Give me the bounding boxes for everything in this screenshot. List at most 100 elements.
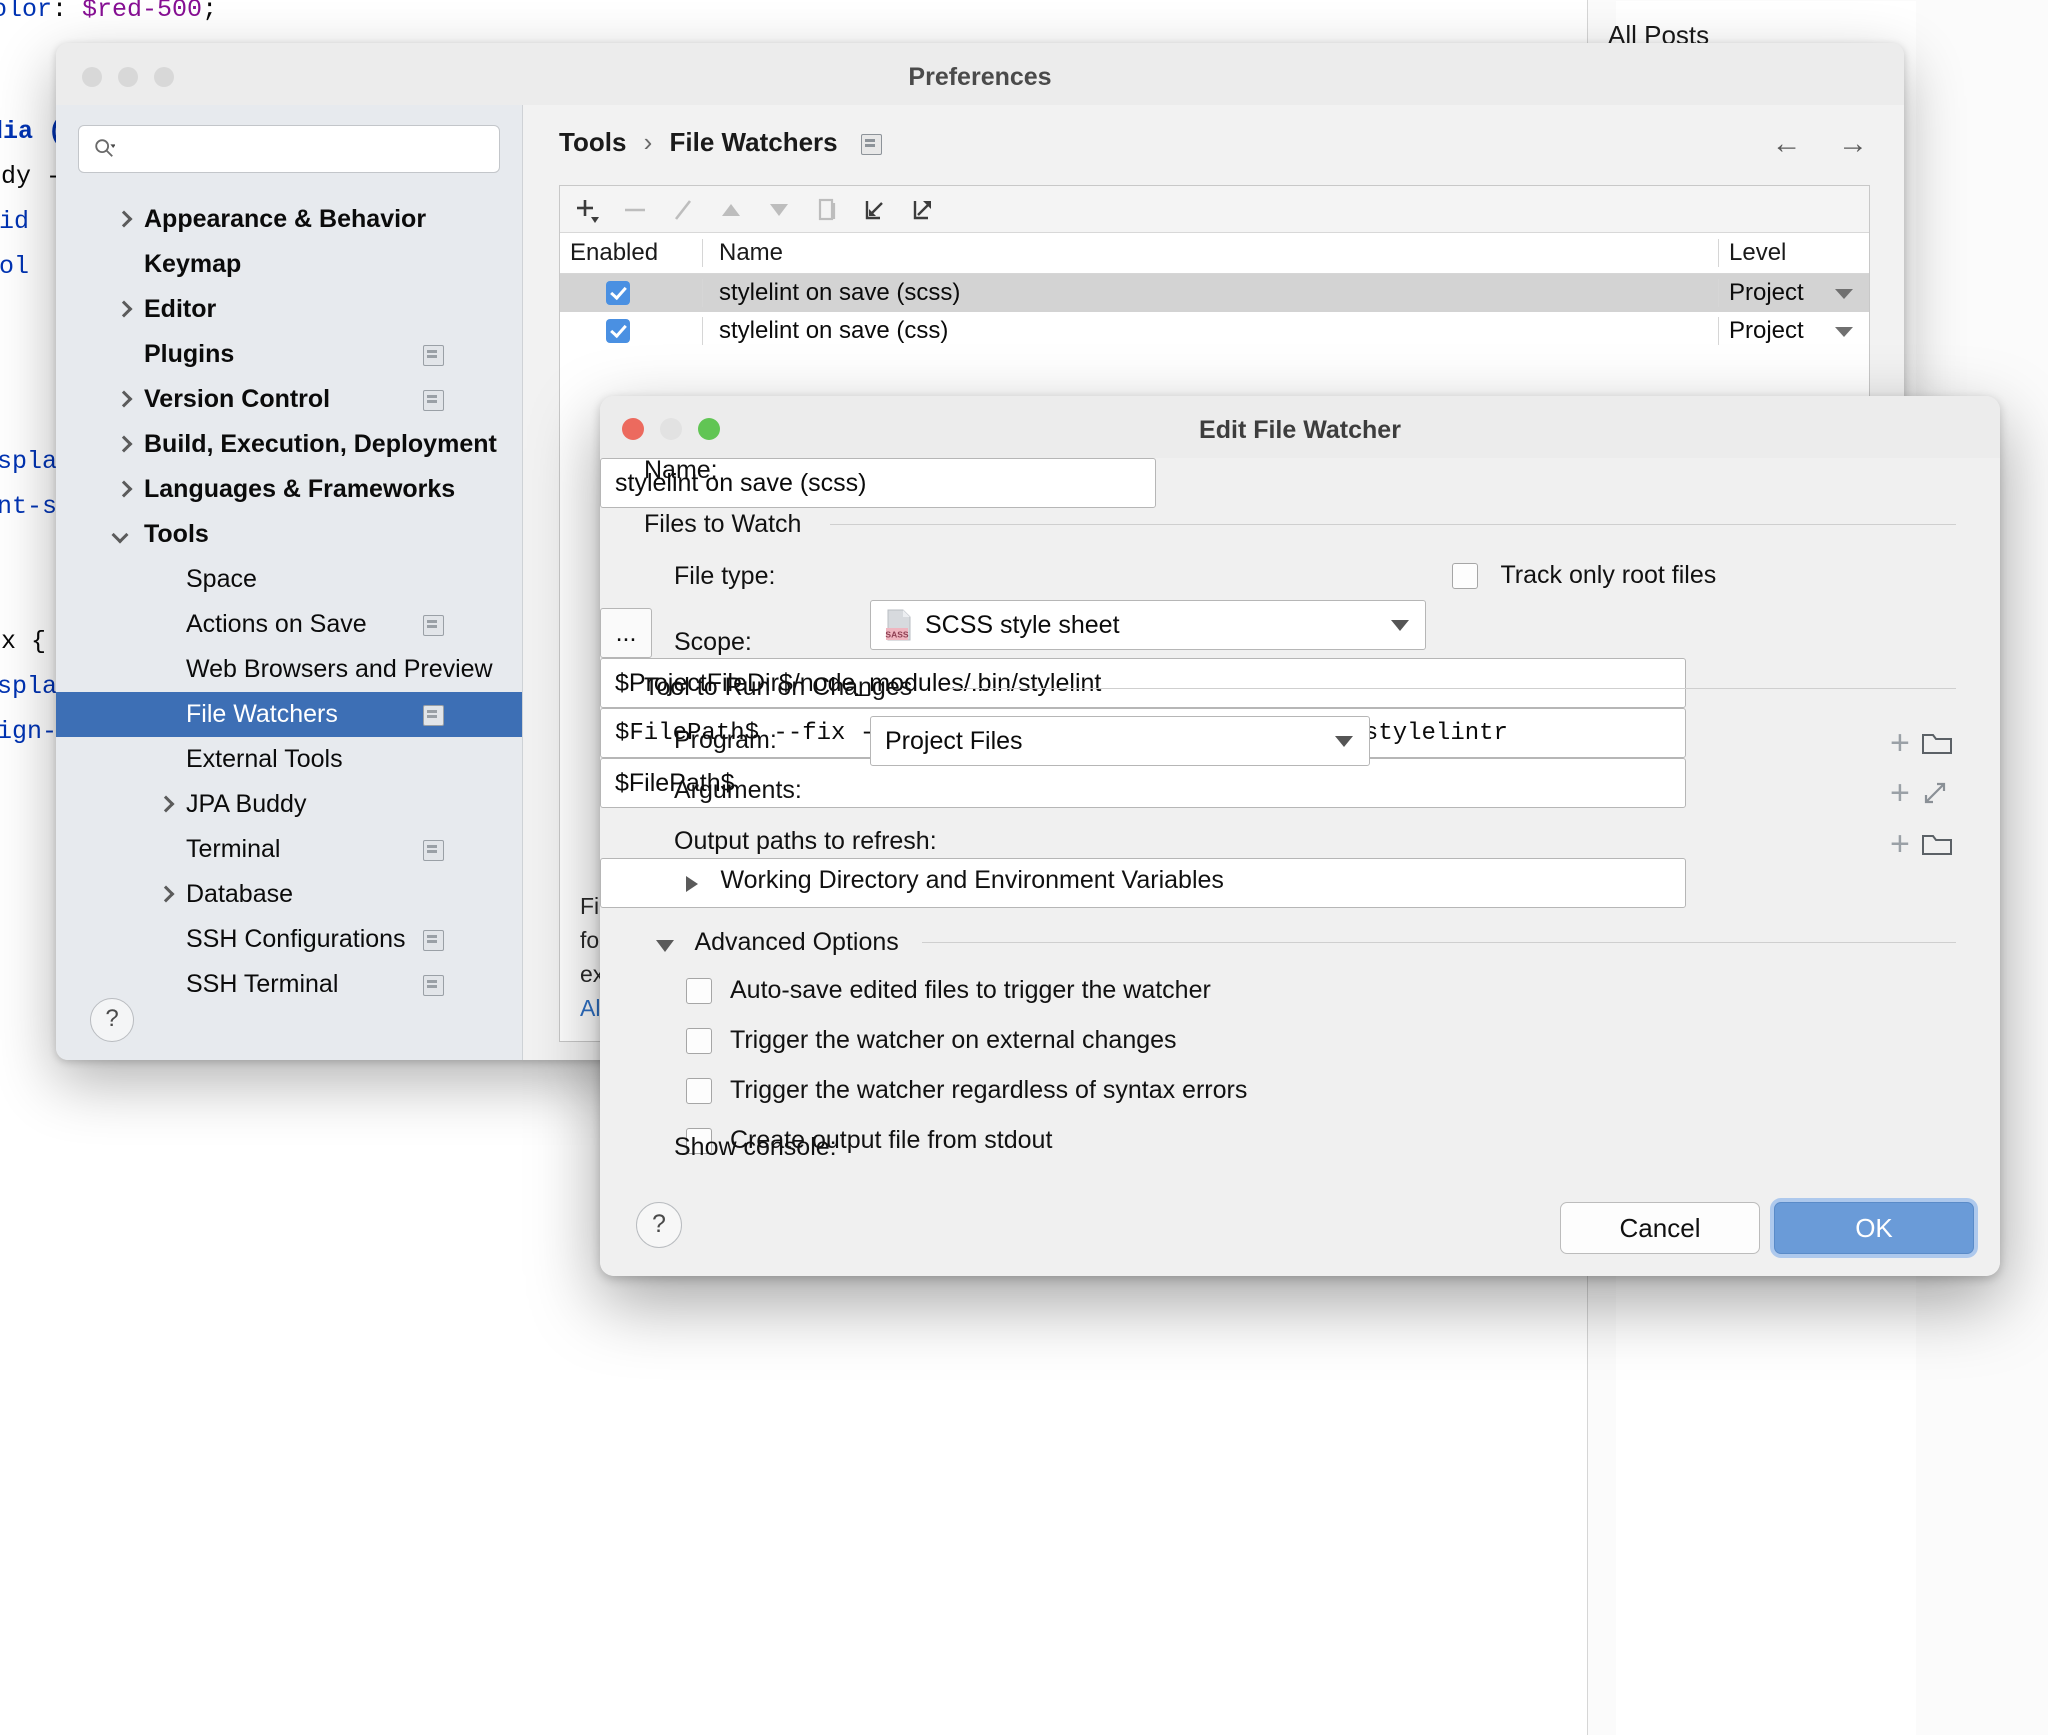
program-browse-folder-icon[interactable] xyxy=(1921,731,1952,755)
sidebar-item-label: Languages & Frameworks xyxy=(144,475,456,503)
sidebar-item-languages-frameworks[interactable]: Languages & Frameworks xyxy=(56,467,522,512)
advanced-option-label: Trigger the watcher regardless of syntax… xyxy=(730,1076,1248,1104)
enabled-checkbox[interactable] xyxy=(606,281,630,305)
sidebar-item-label: Actions on Save xyxy=(186,610,367,638)
advanced-options-disclosure-icon[interactable] xyxy=(656,939,674,952)
advanced-option-row[interactable]: Trigger the watcher on external changes xyxy=(686,1026,1177,1055)
chevron-down-icon xyxy=(1335,736,1353,747)
breadcrumb: Tools › File Watchers xyxy=(559,127,882,158)
advanced-option-row[interactable]: Trigger the watcher regardless of syntax… xyxy=(686,1076,1247,1105)
preferences-titlebar: Preferences xyxy=(56,43,1904,106)
chevron-right-icon[interactable] xyxy=(157,795,175,813)
row-name-cell[interactable]: stylelint on save (css) xyxy=(702,317,1718,345)
row-level-value: Project xyxy=(1729,317,1804,344)
move-up-icon xyxy=(722,204,740,216)
edit-pencil-icon xyxy=(674,200,692,220)
chevron-right-icon[interactable] xyxy=(115,210,133,228)
column-header-enabled[interactable]: Enabled xyxy=(560,239,702,267)
sidebar-item-ssh-configurations[interactable]: SSH Configurations xyxy=(56,917,522,962)
sidebar-item-label: SSH Terminal xyxy=(186,970,339,996)
track-only-root-files-checkbox[interactable] xyxy=(1452,562,1478,589)
back-arrow-icon[interactable]: ← xyxy=(1772,127,1802,160)
sidebar-item-label: Appearance & Behavior xyxy=(144,205,427,233)
import-icon[interactable] xyxy=(860,195,890,225)
ok-button[interactable]: OK xyxy=(1774,1202,1974,1254)
arguments-expand-icon[interactable] xyxy=(1922,780,1948,806)
advanced-options-section-title[interactable]: Advanced Options xyxy=(694,928,898,956)
sidebar-item-keymap[interactable]: Keymap xyxy=(56,242,522,287)
advanced-option-checkbox[interactable] xyxy=(686,1077,712,1104)
chevron-down-icon[interactable] xyxy=(111,526,129,544)
sidebar-item-ssh-terminal[interactable]: SSH Terminal xyxy=(56,962,522,996)
sidebar-item-label: Version Control xyxy=(144,385,331,413)
navigation-arrows: ← → xyxy=(1744,127,1868,161)
chevron-right-icon[interactable] xyxy=(157,885,175,903)
chevron-right-icon[interactable] xyxy=(115,300,133,318)
row-name-cell[interactable]: stylelint on save (scss) xyxy=(702,279,1718,307)
add-icon[interactable] xyxy=(572,195,602,225)
sidebar-item-label: Editor xyxy=(144,295,217,323)
settings-search-input[interactable] xyxy=(131,126,491,172)
sidebar-item-database[interactable]: Database xyxy=(56,872,522,917)
scope-dropdown[interactable]: Project Files xyxy=(870,716,1370,766)
chevron-right-icon[interactable] xyxy=(115,480,133,498)
settings-tree[interactable]: Appearance & Behavior Keymap Editor Plugins… xyxy=(56,197,522,996)
watchers-table-body[interactable]: stylelint on save (scss) Project stylelint… xyxy=(560,274,1869,350)
sidebar-item-external-tools[interactable]: External Tools xyxy=(56,737,522,782)
sidebar-item-tools[interactable]: Tools xyxy=(56,512,522,557)
sidebar-item-label: Web Browsers and Preview xyxy=(186,655,493,683)
working-directory-label[interactable]: Working Directory and Environment Variab… xyxy=(720,866,1223,894)
sidebar-item-terminal[interactable]: Terminal xyxy=(56,827,522,872)
export-icon[interactable] xyxy=(908,195,938,225)
sidebar-item-label: Terminal xyxy=(186,835,281,863)
table-row[interactable]: stylelint on save (scss) Project xyxy=(560,274,1869,312)
advanced-option-checkbox[interactable] xyxy=(686,1027,712,1054)
advanced-option-label: Auto-save edited files to trigger the wa… xyxy=(730,976,1211,1004)
enabled-checkbox[interactable] xyxy=(606,319,630,343)
table-row[interactable]: stylelint on save (css) Project xyxy=(560,312,1869,350)
sidebar-item-actions-on-save[interactable]: Actions on Save xyxy=(56,602,522,647)
preferences-help-button[interactable]: ? xyxy=(90,998,134,1042)
sidebar-item-web-browsers-and-preview[interactable]: Web Browsers and Preview xyxy=(56,647,522,692)
breadcrumb-current: File Watchers xyxy=(669,127,838,157)
chevron-down-icon[interactable] xyxy=(1835,327,1853,337)
advanced-option-row[interactable]: Auto-save edited files to trigger the wa… xyxy=(686,976,1211,1005)
sidebar-item-version-control[interactable]: Version Control xyxy=(56,377,522,422)
sidebar-item-appearance-behavior[interactable]: Appearance & Behavior xyxy=(56,197,522,242)
dialog-help-button[interactable]: ? xyxy=(636,1202,682,1248)
row-enabled-cell[interactable] xyxy=(560,281,702,305)
svg-text:SASS: SASS xyxy=(885,630,908,640)
row-level-dropdown[interactable]: Project xyxy=(1718,317,1869,345)
program-add-macro-icon[interactable]: + xyxy=(1890,726,1910,760)
file-type-dropdown[interactable]: SASS SCSS style sheet xyxy=(870,600,1426,650)
preferences-title: Preferences xyxy=(908,63,1052,91)
sidebar-item-space[interactable]: Space xyxy=(56,557,522,602)
advanced-options-divider xyxy=(922,942,1956,943)
sidebar-item-editor[interactable]: Editor xyxy=(56,287,522,332)
sidebar-item-file-watchers[interactable]: File Watchers xyxy=(56,692,522,737)
sidebar-item-label: Tools xyxy=(144,520,209,548)
working-directory-disclosure-icon[interactable] xyxy=(686,875,698,892)
sidebar-item-plugins[interactable]: Plugins xyxy=(56,332,522,377)
cancel-button[interactable]: Cancel xyxy=(1560,1202,1760,1254)
settings-badge-icon xyxy=(423,840,444,861)
row-level-dropdown[interactable]: Project xyxy=(1718,279,1869,307)
chevron-right-icon[interactable] xyxy=(115,435,133,453)
sidebar-item-jpa-buddy[interactable]: JPA Buddy xyxy=(56,782,522,827)
column-header-name[interactable]: Name xyxy=(702,239,1718,267)
chevron-down-icon[interactable] xyxy=(1835,289,1853,299)
tool-to-run-divider xyxy=(950,688,1956,689)
file-type-value: SCSS style sheet xyxy=(925,610,1120,639)
sidebar-item-build-execution-deployment[interactable]: Build, Execution, Deployment xyxy=(56,422,522,467)
chevron-right-icon[interactable] xyxy=(115,390,133,408)
row-enabled-cell[interactable] xyxy=(560,319,702,343)
output-paths-browse-folder-icon[interactable] xyxy=(1921,832,1952,856)
output-paths-add-macro-icon[interactable]: + xyxy=(1890,827,1910,861)
breadcrumb-parent[interactable]: Tools xyxy=(559,127,626,157)
settings-search-box[interactable] xyxy=(78,125,500,173)
arguments-add-macro-icon[interactable]: + xyxy=(1890,776,1910,810)
column-header-level[interactable]: Level xyxy=(1718,239,1869,267)
advanced-option-checkbox[interactable] xyxy=(686,977,712,1004)
forward-arrow-icon[interactable]: → xyxy=(1838,127,1868,160)
scope-browse-button[interactable]: ... xyxy=(600,608,652,658)
